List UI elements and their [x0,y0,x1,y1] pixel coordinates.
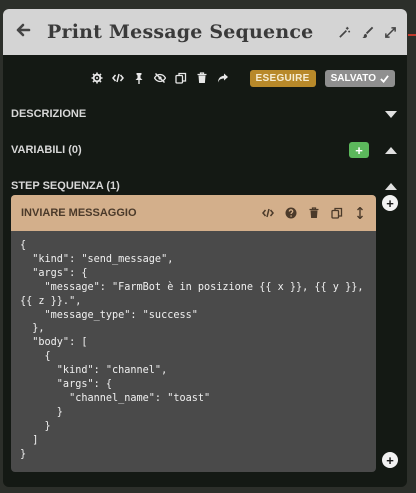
copy-icon[interactable] [174,72,187,84]
sequence-toolbar: ESEGUIRE SALVATO [3,60,407,96]
step-title: INVIARE MESSAGGIO [21,207,137,219]
expand-icon[interactable] [384,26,397,39]
step-actions [262,207,366,219]
code-line: {{ z }}.", [20,295,82,307]
code-line: ] [20,434,39,446]
page-title: Print Message Sequence [47,21,314,43]
code-line: "channel_name": "toast" [20,392,211,404]
description-section[interactable]: DESCRIZIONE [3,96,407,132]
back-arrow-icon[interactable] [15,21,37,44]
pin-icon[interactable] [133,72,145,84]
copy-icon[interactable] [331,207,343,219]
code-line: "message_type": "success" [20,309,198,321]
code-line: { [20,351,51,363]
chevron-up-icon[interactable] [385,182,397,190]
code-line: "kind": "channel", [20,365,168,377]
code-line: } [20,406,63,418]
saved-button[interactable]: SALVATO [324,69,395,87]
code-line: { [20,240,27,251]
run-button[interactable]: ESEGUIRE [249,69,316,87]
send-message-step: INVIARE MESSAGGIO { "kind": "send_messag… [11,195,376,472]
saved-label: SALVATO [330,72,376,84]
trash-icon[interactable] [196,72,208,84]
step-json-code: { "kind": "send_message", "args": { "mes… [11,231,376,472]
paint-brush-icon[interactable] [361,26,374,39]
background-accent [408,34,416,36]
variables-section[interactable]: VARIABILI (0) + [3,132,407,168]
code-line: "kind": "send_message", [20,253,174,265]
header-actions [338,26,397,39]
code-line: "args": { [20,267,88,279]
check-icon [380,74,389,83]
steps-label: STEP SEQUENZA (1) [11,180,120,192]
code-line: "body": [ [20,337,88,349]
code-icon[interactable] [111,72,124,84]
step-header: INVIARE MESSAGGIO [11,195,376,231]
description-label: DESCRIZIONE [11,108,87,120]
code-line: } [20,420,51,432]
code-line: "args": { [20,379,113,391]
add-variable-button[interactable]: + [349,142,369,158]
code-line: }, [20,323,45,335]
sequence-editor-panel: Print Message Sequence ESEGUIRE SALVATO … [3,9,407,487]
gear-icon[interactable] [91,72,103,84]
eye-slash-icon[interactable] [153,72,166,84]
code-icon[interactable] [262,207,274,219]
share-icon[interactable] [217,72,229,84]
add-step-button-top[interactable]: + [382,195,398,211]
chevron-up-icon[interactable] [385,146,397,154]
variables-label: VARIABILI (0) [11,144,82,156]
help-icon[interactable] [285,207,297,219]
drag-icon[interactable] [354,207,366,219]
code-line: "message": "FarmBot è in posizione {{ x … [20,281,364,293]
chevron-down-icon[interactable] [385,110,397,118]
trash-icon[interactable] [308,207,320,219]
panel-header: Print Message Sequence [3,9,407,55]
code-line: } [20,448,27,460]
add-step-button-bottom[interactable]: + [382,452,398,468]
magic-wand-icon[interactable] [338,26,351,39]
